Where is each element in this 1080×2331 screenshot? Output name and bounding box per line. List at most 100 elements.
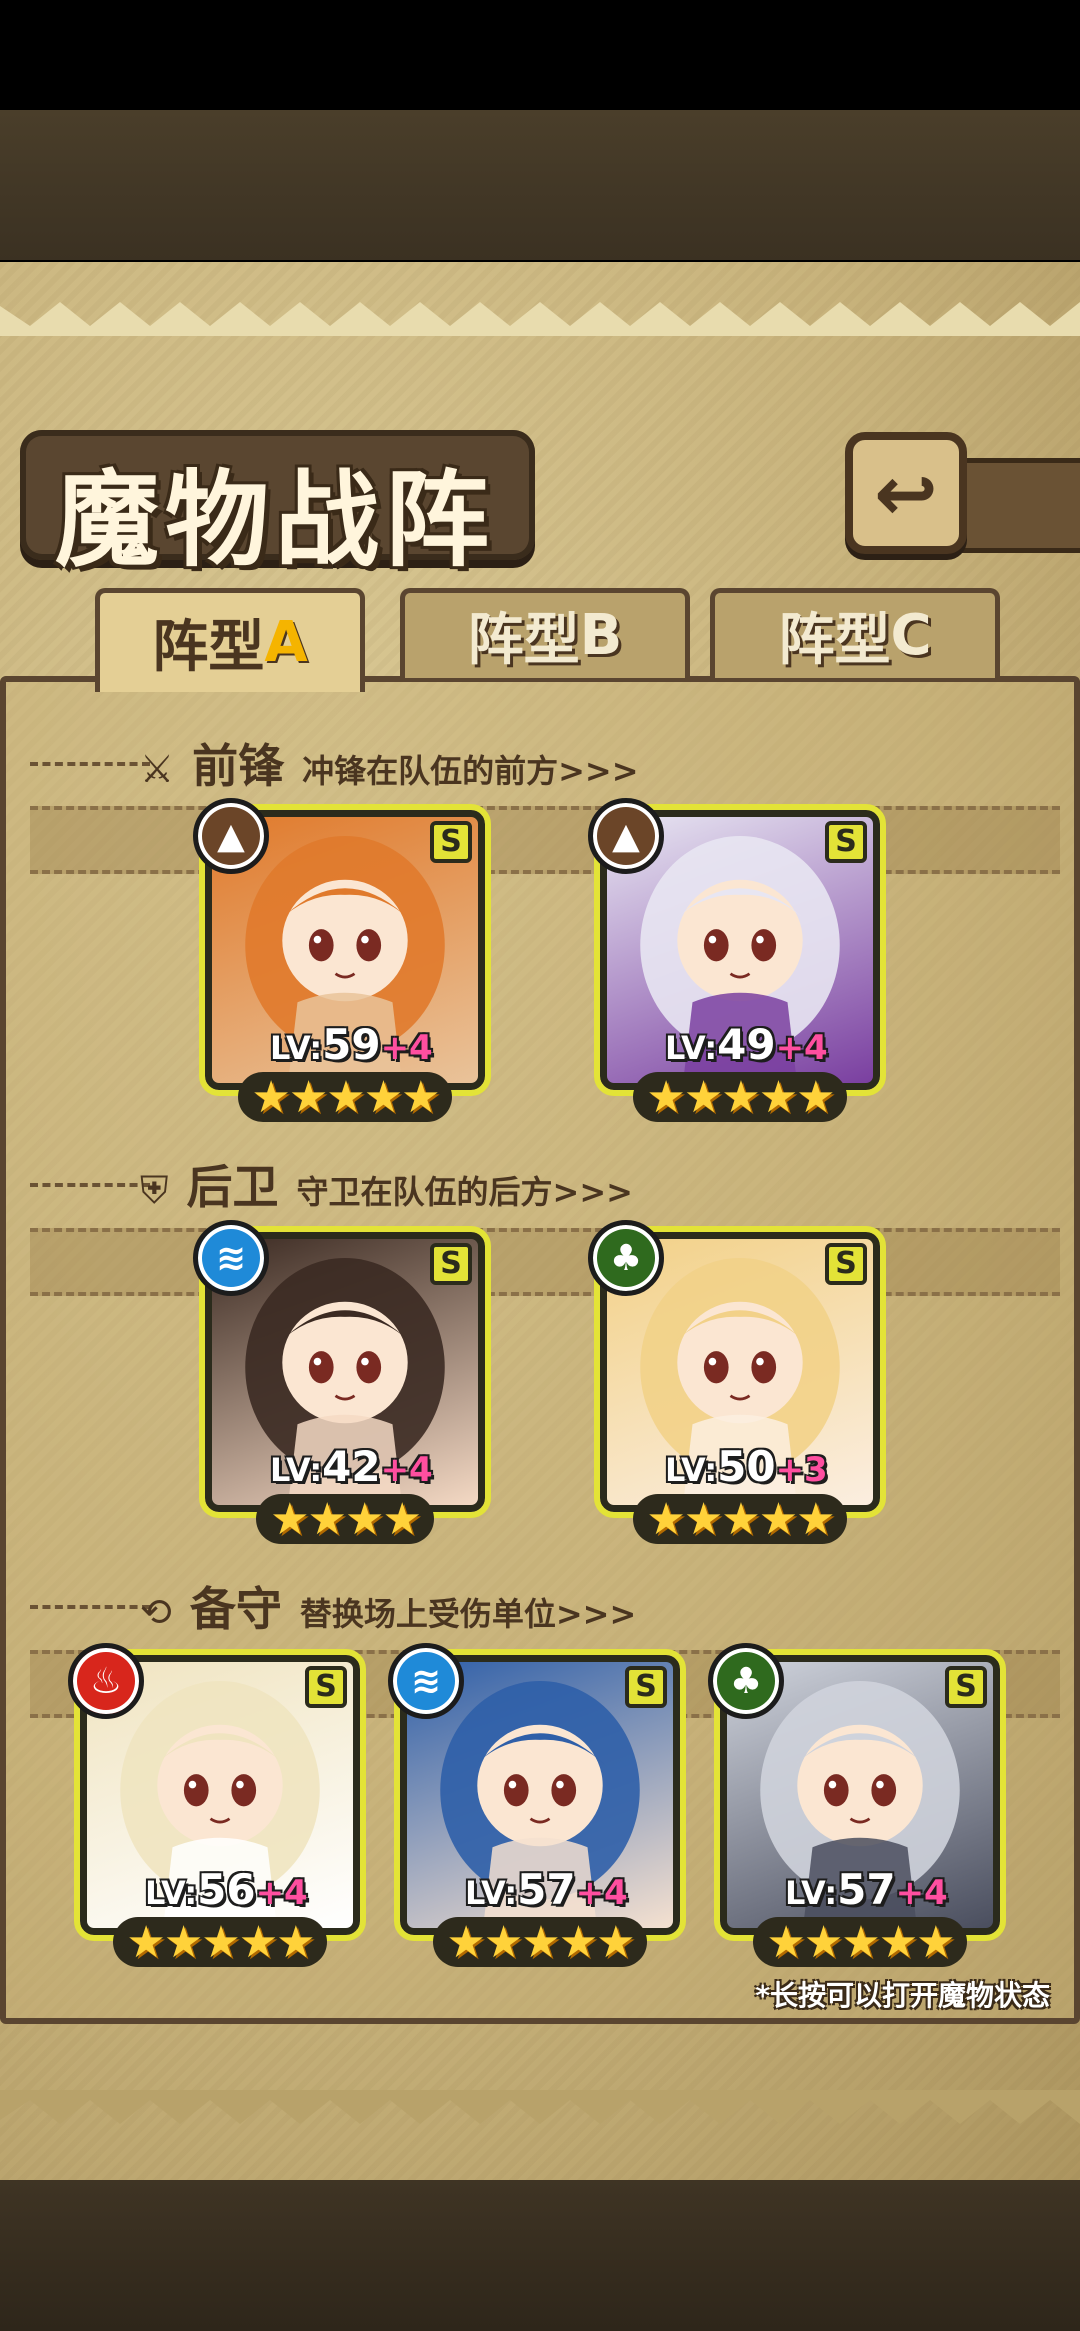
rank-badge: S bbox=[305, 1666, 347, 1708]
star-icon: ★ bbox=[916, 1916, 955, 1968]
star-icon: ★ bbox=[721, 1071, 760, 1123]
star-rating: ★ ★ ★ ★ bbox=[256, 1493, 434, 1545]
section-subtitle: 冲锋在队伍的前方>>> bbox=[302, 752, 639, 790]
level-prefix: LV: bbox=[270, 1451, 323, 1489]
level-label: LV:49+4 bbox=[665, 1020, 828, 1069]
leaf-icon: ♣ bbox=[708, 1643, 784, 1719]
star-icon: ★ bbox=[796, 1071, 835, 1123]
level-bonus: +4 bbox=[380, 1450, 433, 1490]
star-icon: ★ bbox=[646, 1493, 685, 1545]
rank-badge: S bbox=[945, 1666, 987, 1708]
fire-icon: ♨ bbox=[68, 1643, 144, 1719]
star-icon: ★ bbox=[326, 1071, 365, 1123]
tab-formation-b[interactable]: 阵型 B bbox=[400, 588, 690, 678]
tab-label: 阵型 bbox=[152, 615, 265, 680]
star-icon: ★ bbox=[683, 1493, 723, 1545]
section-front-header: ⚔ 前锋 冲锋在队伍的前方>>> bbox=[140, 730, 639, 796]
tab-formation-a[interactable]: 阵型 A bbox=[95, 588, 365, 692]
level-label: LV:42+4 bbox=[270, 1442, 433, 1491]
section-divider bbox=[30, 1605, 150, 1609]
star-icon: ★ bbox=[796, 1493, 835, 1545]
level-prefix: LV: bbox=[665, 1451, 718, 1489]
leaf-icon: ♣ bbox=[588, 1220, 664, 1296]
level-label: LV:50+3 bbox=[665, 1442, 828, 1491]
level-prefix: LV: bbox=[145, 1874, 198, 1912]
section-title: 备守 bbox=[189, 1582, 282, 1636]
star-icon: ★ bbox=[803, 1916, 843, 1968]
zigzag-border-bottom bbox=[0, 2090, 1080, 2124]
row-band bbox=[30, 806, 1060, 874]
level-bonus: +4 bbox=[575, 1873, 628, 1913]
level-prefix: LV: bbox=[270, 1029, 323, 1067]
star-icon: ★ bbox=[288, 1071, 328, 1123]
star-rating: ★ ★ ★ ★ ★ bbox=[633, 1493, 847, 1545]
rank-badge: S bbox=[825, 821, 867, 863]
star-rating: ★ ★ ★ ★ ★ bbox=[633, 1071, 847, 1123]
star-icon: ★ bbox=[596, 1916, 635, 1968]
level-value: 56 bbox=[197, 1865, 256, 1914]
star-icon: ★ bbox=[307, 1493, 347, 1545]
row-band bbox=[30, 1228, 1060, 1296]
star-icon: ★ bbox=[382, 1493, 421, 1545]
star-icon: ★ bbox=[401, 1071, 440, 1123]
tab-label: 阵型 bbox=[778, 608, 891, 673]
level-prefix: LV: bbox=[665, 1029, 718, 1067]
level-value: 57 bbox=[517, 1865, 576, 1914]
level-bonus: +4 bbox=[895, 1873, 948, 1913]
level-bonus: +3 bbox=[775, 1450, 828, 1490]
star-icon: ★ bbox=[276, 1916, 315, 1968]
water-icon: ≋ bbox=[193, 1220, 269, 1296]
top-banner bbox=[0, 110, 1080, 260]
star-icon: ★ bbox=[163, 1916, 203, 1968]
level-value: 59 bbox=[322, 1020, 381, 1069]
level-label: LV:57+4 bbox=[785, 1865, 948, 1914]
star-icon: ★ bbox=[721, 1493, 760, 1545]
swap-icon: ⟲ bbox=[140, 1590, 172, 1634]
back-button-rail bbox=[960, 458, 1080, 553]
sword-icon: ⚔ bbox=[140, 747, 175, 791]
section-title: 后卫 bbox=[186, 1160, 279, 1214]
section-rear-header: ⛨ 后卫 守卫在队伍的后方>>> bbox=[140, 1151, 633, 1217]
star-icon: ★ bbox=[251, 1071, 290, 1123]
star-icon: ★ bbox=[878, 1916, 918, 1968]
star-icon: ★ bbox=[758, 1071, 798, 1123]
level-label: LV:56+4 bbox=[145, 1865, 308, 1914]
star-icon: ★ bbox=[446, 1916, 485, 1968]
section-subtitle: 替换场上受伤单位>>> bbox=[299, 1595, 637, 1633]
back-arrow-icon: ↩ bbox=[874, 448, 938, 538]
level-bonus: +4 bbox=[255, 1873, 308, 1913]
bottom-banner bbox=[0, 2180, 1080, 2331]
tab-suffix: B bbox=[579, 603, 623, 668]
level-value: 49 bbox=[717, 1020, 776, 1069]
level-prefix: LV: bbox=[785, 1874, 838, 1912]
star-icon: ★ bbox=[201, 1916, 240, 1968]
section-reserve-header: ⟲ 备守 替换场上受伤单位>>> bbox=[140, 1573, 636, 1639]
tab-suffix: C bbox=[890, 603, 932, 668]
star-icon: ★ bbox=[841, 1916, 880, 1968]
shield-icon: ⛨ bbox=[140, 1168, 169, 1212]
back-button[interactable]: ↩ bbox=[845, 432, 967, 554]
star-icon: ★ bbox=[345, 1493, 384, 1545]
tab-suffix: A bbox=[264, 610, 308, 675]
section-subtitle: 守卫在队伍的后方>>> bbox=[296, 1173, 633, 1211]
star-icon: ★ bbox=[238, 1916, 278, 1968]
section-title: 前锋 bbox=[192, 739, 285, 793]
star-icon: ★ bbox=[483, 1916, 523, 1968]
section-divider bbox=[30, 1183, 150, 1187]
rank-badge: S bbox=[430, 1243, 472, 1285]
earth-icon: ▲ bbox=[193, 798, 269, 874]
long-press-hint: *长按可以打开魔物状态 bbox=[755, 1979, 1050, 2012]
star-rating: ★ ★ ★ ★ ★ bbox=[433, 1916, 647, 1968]
section-divider bbox=[30, 762, 150, 766]
tab-formation-c[interactable]: 阵型 C bbox=[710, 588, 1000, 678]
level-label: LV:59+4 bbox=[270, 1020, 433, 1069]
page-title: 魔物战阵 bbox=[55, 459, 496, 581]
level-label: LV:57+4 bbox=[465, 1865, 628, 1914]
level-value: 50 bbox=[717, 1442, 776, 1491]
star-icon: ★ bbox=[270, 1493, 309, 1545]
star-icon: ★ bbox=[521, 1916, 560, 1968]
water-icon: ≋ bbox=[388, 1643, 464, 1719]
star-icon: ★ bbox=[758, 1493, 798, 1545]
level-value: 57 bbox=[837, 1865, 896, 1914]
star-rating: ★ ★ ★ ★ ★ bbox=[113, 1916, 327, 1968]
